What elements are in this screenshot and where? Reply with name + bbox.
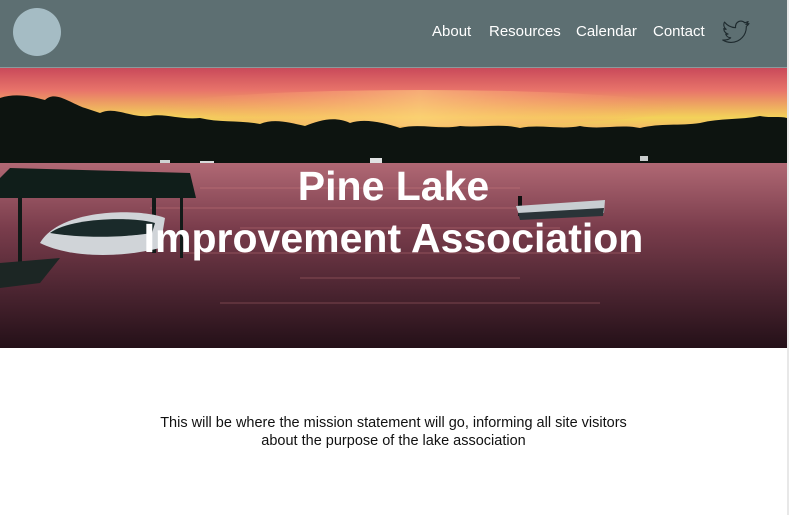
nav-link-calendar[interactable]: Calendar: [576, 22, 637, 42]
twitter-bird-icon[interactable]: [721, 16, 751, 48]
site-header: About Resources Calendar Contact: [0, 0, 787, 68]
hero-title-line-1: Pine Lake: [297, 163, 490, 209]
mission-statement: This will be where the mission statement…: [100, 414, 687, 450]
nav-link-contact[interactable]: Contact: [653, 22, 705, 42]
page: About Resources Calendar Contact Pine La…: [0, 0, 789, 515]
nav-link-about[interactable]: About: [432, 22, 471, 42]
hero-title-line-2: Improvement Association: [143, 215, 644, 261]
mission-line-1: This will be where the mission statement…: [160, 415, 627, 431]
nav-link-resources[interactable]: Resources: [489, 22, 561, 42]
site-logo[interactable]: [13, 8, 61, 56]
hero-banner: Pine Lake Improvement Association: [0, 68, 787, 348]
hero-title: Pine Lake Improvement Association: [0, 160, 787, 264]
mission-line-2: about the purpose of the lake associatio…: [261, 433, 526, 449]
